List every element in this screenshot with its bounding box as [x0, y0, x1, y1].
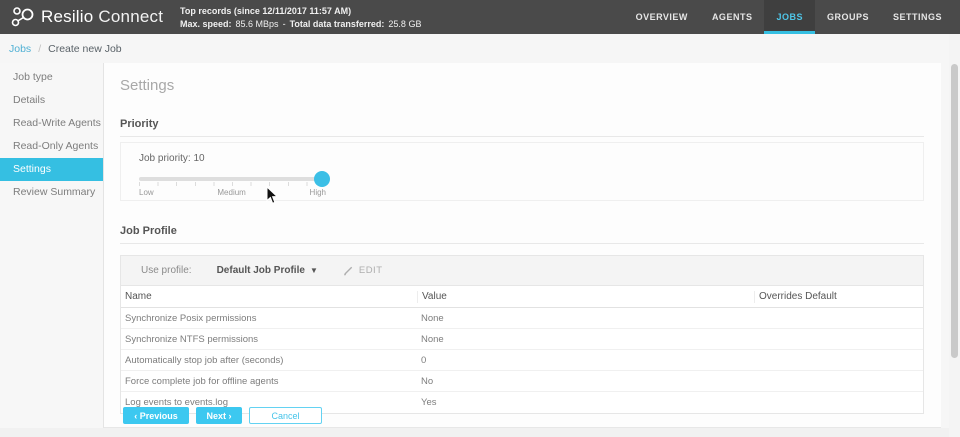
wizard-footer: ‹ Previous Next › Cancel — [123, 407, 322, 424]
use-profile-row: Use profile: Default Job Profile ▼ EDIT — [121, 256, 923, 286]
slider-track[interactable] — [139, 177, 326, 181]
top-records-stats: Top records (since 12/11/2017 11:57 AM) … — [172, 0, 421, 34]
sidebar-item-read-write-agents[interactable]: Read-Write Agents — [0, 112, 103, 135]
slider-handle[interactable] — [314, 171, 331, 187]
setting-name: Synchronize NTFS permissions — [125, 333, 259, 345]
job-profile-heading: Job Profile — [120, 225, 177, 237]
sidebar-item-settings[interactable]: Settings — [0, 158, 103, 181]
wizard-step-sidebar: Job type Details Read-Write Agents Read-… — [0, 63, 103, 428]
setting-name: Synchronize Posix permissions — [125, 312, 257, 324]
brand-name: Resilio — [41, 7, 94, 26]
settings-panel: Settings Priority Job priority: 10 Low M… — [103, 63, 941, 428]
stats-separator: - — [282, 18, 286, 29]
column-header-overrides-default: Overrides Default — [754, 290, 923, 303]
job-priority-label: Job priority: 10 — [139, 153, 205, 164]
column-header-value: Value — [417, 290, 754, 303]
sidebar-item-job-type[interactable]: Job type — [0, 66, 103, 89]
sidebar-item-read-only-agents[interactable]: Read-Only Agents — [0, 135, 103, 158]
resilio-logo-icon — [11, 7, 34, 27]
job-profile-box: Use profile: Default Job Profile ▼ EDIT … — [120, 255, 924, 414]
slider-ticks — [139, 182, 326, 186]
top-bar: Resilio Connect Top records (since 12/11… — [0, 0, 960, 34]
cancel-button[interactable]: Cancel — [249, 407, 322, 424]
next-button[interactable]: Next › — [196, 407, 242, 424]
edit-label: EDIT — [358, 265, 383, 276]
sidebar-item-details[interactable]: Details — [0, 89, 103, 112]
total-transferred-value: 25.8 GB — [388, 18, 422, 29]
table-row: Automatically stop job after (seconds) 0 — [121, 350, 923, 371]
pencil-icon — [343, 266, 353, 276]
setting-value: None — [421, 333, 444, 345]
priority-slider[interactable]: Low Medium High — [139, 171, 331, 197]
table-row: Synchronize Posix permissions None — [121, 308, 923, 329]
table-row: Force complete job for offline agents No — [121, 371, 923, 392]
page-title: Settings — [120, 77, 175, 94]
setting-value: None — [421, 312, 444, 324]
breadcrumb-current: Create new Job — [48, 42, 122, 55]
table-row: Synchronize NTFS permissions None — [121, 329, 923, 350]
brand-suffix: Connect — [98, 7, 164, 26]
priority-heading: Priority — [120, 118, 159, 130]
slider-labels: Low Medium High — [139, 188, 326, 197]
main-nav: OVERVIEW AGENTS JOBS GROUPS SETTINGS — [624, 0, 960, 34]
nav-tab-overview[interactable]: OVERVIEW — [624, 0, 700, 34]
brand[interactable]: Resilio Connect — [0, 0, 172, 34]
nav-tab-agents[interactable]: AGENTS — [700, 0, 765, 34]
selected-profile: Default Job Profile — [216, 265, 305, 276]
slider-label-medium: Medium — [217, 188, 246, 197]
previous-button[interactable]: ‹ Previous — [123, 407, 189, 424]
nav-tab-groups[interactable]: GROUPS — [815, 0, 881, 34]
breadcrumb-jobs-link[interactable]: Jobs — [9, 43, 31, 55]
priority-divider — [120, 136, 924, 137]
profile-dropdown[interactable]: Default Job Profile ▼ — [217, 265, 318, 276]
setting-value: No — [421, 375, 434, 387]
chevron-down-icon: ▼ — [309, 266, 318, 275]
nav-tab-settings[interactable]: SETTINGS — [881, 0, 954, 34]
max-speed-value: 85.6 MBps — [235, 18, 279, 29]
setting-name: Automatically stop job after (seconds) — [125, 354, 284, 366]
top-records-line: Top records (since 12/11/2017 11:57 AM) — [180, 5, 352, 16]
slider-label-high: High — [309, 188, 326, 197]
max-speed-label: Max. speed: — [180, 18, 232, 29]
job-profile-divider — [120, 243, 924, 244]
slider-label-low: Low — [139, 188, 154, 197]
setting-name: Force complete job for offline agents — [125, 375, 279, 387]
priority-box: Job priority: 10 Low Medium High — [120, 142, 924, 201]
sidebar-item-review-summary[interactable]: Review Summary — [0, 181, 103, 204]
use-profile-label: Use profile: — [141, 265, 192, 276]
nav-tab-jobs[interactable]: JOBS — [764, 0, 815, 34]
column-header-name: Name — [125, 291, 152, 302]
breadcrumb: Jobs / Create new Job — [0, 34, 960, 63]
profile-table-header: Name Value Overrides Default — [121, 286, 923, 308]
page-scrollbar-thumb[interactable] — [951, 64, 958, 358]
setting-value: 0 — [421, 354, 427, 366]
edit-profile-button[interactable]: EDIT — [343, 265, 383, 276]
breadcrumb-separator: / — [38, 42, 42, 55]
total-transferred-label: Total data transferred: — [289, 18, 385, 29]
setting-value: Yes — [421, 397, 437, 408]
